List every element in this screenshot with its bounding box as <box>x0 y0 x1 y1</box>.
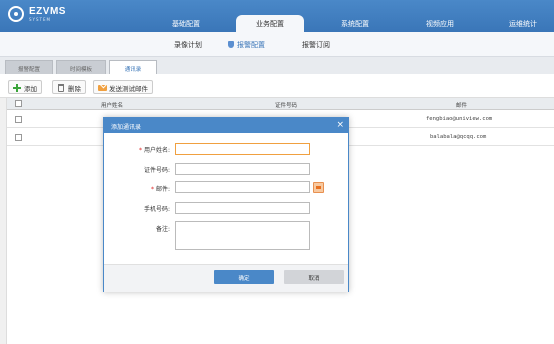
main-nav: 基础配置 业务配置 系统配置 视频应用 运维统计 <box>0 15 554 32</box>
subnav-alarm-config[interactable]: 报警配置 <box>228 40 265 50</box>
add-button[interactable]: 添加 <box>8 80 42 94</box>
id-number-label: 证件号码: <box>143 167 170 174</box>
phone-field[interactable] <box>175 202 310 214</box>
row-checkbox[interactable] <box>15 116 22 123</box>
required-marker: * <box>150 186 154 193</box>
email-label: * 邮件: <box>150 186 170 193</box>
close-icon[interactable]: × <box>336 120 344 130</box>
plus-icon <box>13 84 21 92</box>
shield-icon <box>228 41 234 48</box>
toolbar: 添加 删除 发送测试邮件 <box>0 74 554 98</box>
table-header: 用户姓名 证件号码 邮件 <box>7 98 554 110</box>
tab-alarm-config[interactable]: 报警配置 <box>5 60 53 74</box>
cell-email: balabala@qcqq.com <box>430 134 487 140</box>
add-contact-dialog: 添加通讯录 × * 用户姓名: 证件号码: * 邮件: 手机号码: 备注: 确定 取… <box>103 117 349 292</box>
subnav-alarm-subscribe[interactable]: 报警订阅 <box>302 40 330 50</box>
send-test-email-label: 发送测试邮件 <box>109 85 148 93</box>
nav-system-config[interactable]: 系统配置 <box>341 19 369 29</box>
dialog-header: 添加通讯录 × <box>104 118 348 133</box>
tab-bar: 报警配置 时间模板 通讯录 <box>0 57 554 74</box>
mail-icon[interactable] <box>313 182 324 193</box>
nav-business-config[interactable]: 业务配置 <box>236 15 304 32</box>
cell-email: fengbiao@uniview.com <box>426 116 493 122</box>
nav-basic-config[interactable]: 基础配置 <box>172 19 200 29</box>
note-label: 备注: <box>155 226 170 233</box>
top-bar: EZVMS SYSTEM 基础配置 业务配置 系统配置 视频应用 运维统计 <box>0 0 554 32</box>
column-header-id: 证件号码 <box>275 103 298 109</box>
note-field[interactable] <box>175 221 310 250</box>
sub-nav: 录像计划 报警配置 报警订阅 <box>0 32 554 57</box>
row-checkbox[interactable] <box>15 134 22 141</box>
envelope-icon <box>98 85 107 91</box>
nav-video-app[interactable]: 视频应用 <box>426 19 454 29</box>
required-marker: * <box>138 147 142 154</box>
dialog-footer: 确定 取消 <box>104 264 348 292</box>
name-label: * 用户姓名: <box>138 147 170 154</box>
name-field[interactable] <box>175 143 310 155</box>
select-all-checkbox[interactable] <box>15 100 22 107</box>
trash-icon <box>58 84 64 92</box>
ok-button[interactable]: 确定 <box>214 270 274 284</box>
tab-time-template[interactable]: 时间模板 <box>56 60 106 74</box>
subnav-recording-plan[interactable]: 录像计划 <box>174 40 202 50</box>
column-header-email: 邮件 <box>456 103 468 109</box>
column-header-name: 用户姓名 <box>101 103 124 109</box>
nav-ops-stats[interactable]: 运维统计 <box>509 19 537 29</box>
add-button-label: 添加 <box>24 85 37 93</box>
id-number-field[interactable] <box>175 163 310 175</box>
tab-contacts[interactable]: 通讯录 <box>109 60 157 74</box>
send-test-email-button[interactable]: 发送测试邮件 <box>93 80 153 94</box>
cancel-button[interactable]: 取消 <box>284 270 344 284</box>
delete-button-label: 删除 <box>68 85 81 93</box>
delete-button[interactable]: 删除 <box>52 80 86 94</box>
email-field[interactable] <box>175 181 310 193</box>
phone-label: 手机号码: <box>143 206 170 213</box>
dialog-title: 添加通讯录 <box>111 124 142 131</box>
subnav-alarm-config-label: 报警配置 <box>237 41 265 49</box>
